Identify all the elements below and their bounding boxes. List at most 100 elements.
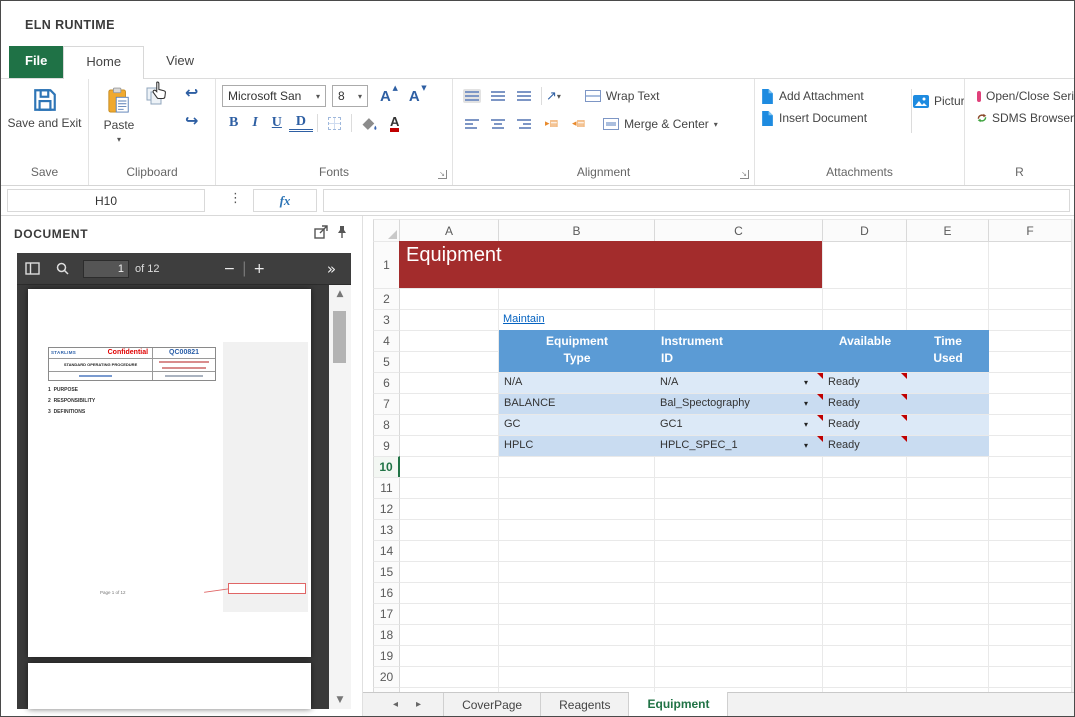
grid-cell[interactable] xyxy=(989,415,1072,436)
row-header-3[interactable]: 3 xyxy=(373,309,400,331)
row-header-13[interactable]: 13 xyxy=(373,519,400,541)
grid-cell[interactable] xyxy=(655,289,823,310)
grow-font-button[interactable]: A▲ xyxy=(380,88,391,105)
align-top-button[interactable] xyxy=(463,89,481,103)
grid-cell[interactable] xyxy=(400,646,499,667)
wrap-text-button[interactable]: Wrap Text xyxy=(585,89,660,103)
grid-cell[interactable] xyxy=(907,520,989,541)
grid-cell[interactable] xyxy=(400,373,499,394)
dropdown-arrow-icon[interactable]: ▾ xyxy=(804,420,808,429)
row-header-10[interactable]: 10 xyxy=(373,456,400,478)
row-header-17[interactable]: 17 xyxy=(373,603,400,625)
grid-cell[interactable] xyxy=(907,242,989,289)
underline-button[interactable]: U xyxy=(265,115,289,131)
row-header-15[interactable]: 15 xyxy=(373,561,400,583)
redo-icon[interactable]: ↪ xyxy=(185,113,198,129)
grid-cell[interactable] xyxy=(989,646,1072,667)
row-header-1[interactable]: 1 xyxy=(373,241,400,289)
grid-cell[interactable] xyxy=(907,457,989,478)
grid-cell[interactable] xyxy=(907,562,989,583)
align-center-button[interactable] xyxy=(489,117,507,131)
grid-cell[interactable] xyxy=(400,436,499,457)
row-header-12[interactable]: 12 xyxy=(373,498,400,520)
open-close-series-button[interactable]: Open/Close Seri xyxy=(965,79,1074,105)
grid-cell[interactable] xyxy=(499,520,655,541)
italic-button[interactable]: I xyxy=(245,115,264,131)
tab-home[interactable]: Home xyxy=(63,46,144,79)
table-data-cell[interactable]: Ready xyxy=(823,373,907,393)
search-icon[interactable] xyxy=(56,262,69,275)
paste-dropdown-icon[interactable]: ▾ xyxy=(117,135,121,144)
grid-cell[interactable] xyxy=(400,478,499,499)
grid-cell[interactable] xyxy=(823,646,907,667)
scroll-down-icon[interactable]: ▼ xyxy=(329,695,351,705)
tab-file[interactable]: File xyxy=(9,46,63,78)
scroll-thumb[interactable] xyxy=(333,311,346,363)
grid-cell[interactable] xyxy=(499,562,655,583)
column-header-D[interactable]: D xyxy=(822,219,907,242)
grid-cell[interactable] xyxy=(655,562,823,583)
row-header-20[interactable]: 20 xyxy=(373,666,400,688)
grid-cell[interactable] xyxy=(655,583,823,604)
column-header-F[interactable]: F xyxy=(988,219,1072,242)
grid-cell[interactable] xyxy=(400,604,499,625)
grid-cell[interactable] xyxy=(655,457,823,478)
grid-cell[interactable] xyxy=(499,604,655,625)
grid-cell[interactable] xyxy=(823,310,907,331)
grid-cell[interactable] xyxy=(989,499,1072,520)
row-header-14[interactable]: 14 xyxy=(373,540,400,562)
grid-cell[interactable] xyxy=(907,478,989,499)
formula-input[interactable] xyxy=(323,189,1070,212)
sheet-nav-right-icon[interactable]: ▸ xyxy=(416,699,421,710)
grid-cell[interactable] xyxy=(907,646,989,667)
grid-cell[interactable] xyxy=(989,478,1072,499)
grid-cell[interactable] xyxy=(499,457,655,478)
save-and-exit-button[interactable]: Save and Exit xyxy=(1,79,88,130)
table-data-cell[interactable]: Ready xyxy=(823,415,907,435)
row-header-2[interactable]: 2 xyxy=(373,288,400,310)
table-data-cell[interactable]: HPLC_SPEC_1▾ xyxy=(655,436,823,456)
grid-cell[interactable] xyxy=(907,583,989,604)
select-all-corner[interactable] xyxy=(373,219,400,242)
grid-cell[interactable] xyxy=(989,242,1072,289)
align-left-button[interactable] xyxy=(463,117,481,131)
grid-cell[interactable] xyxy=(655,520,823,541)
row-header-19[interactable]: 19 xyxy=(373,645,400,667)
grid-cell[interactable] xyxy=(823,541,907,562)
grid-cell[interactable] xyxy=(823,242,907,289)
dropdown-arrow-icon[interactable]: ▾ xyxy=(804,378,808,387)
increase-indent-icon[interactable]: ▸▤ xyxy=(545,119,558,129)
grid-cell[interactable] xyxy=(989,583,1072,604)
row-header-4[interactable]: 4 xyxy=(373,330,400,352)
maintain-link[interactable]: Maintain xyxy=(503,313,545,325)
grid-cell[interactable] xyxy=(989,625,1072,646)
table-data-cell[interactable]: Bal_Spectography▾ xyxy=(655,394,823,414)
grid-cell[interactable] xyxy=(400,394,499,415)
grid-cell[interactable] xyxy=(823,667,907,688)
grid-cell[interactable] xyxy=(400,583,499,604)
grid-cell[interactable] xyxy=(499,625,655,646)
column-header-A[interactable]: A xyxy=(399,219,499,242)
grid-cell[interactable] xyxy=(400,415,499,436)
font-size-select[interactable]: 8▾ xyxy=(332,85,368,107)
grid-cell[interactable] xyxy=(400,352,499,373)
sheet-title-cell[interactable]: Equipment xyxy=(399,241,822,288)
grid-cell[interactable] xyxy=(499,646,655,667)
grid-cell[interactable] xyxy=(989,520,1072,541)
dropdown-arrow-icon[interactable]: ▾ xyxy=(804,399,808,408)
dropdown-arrow-icon[interactable]: ▾ xyxy=(804,441,808,450)
grid-cell[interactable] xyxy=(907,667,989,688)
decrease-indent-icon[interactable]: ◂▤ xyxy=(572,119,585,129)
undo-icon[interactable]: ↩ xyxy=(185,85,198,101)
grid-vertical-scrollbar[interactable] xyxy=(1071,219,1074,692)
row-header-9[interactable]: 9 xyxy=(373,435,400,457)
row-header-8[interactable]: 8 xyxy=(373,414,400,436)
grid-cell[interactable] xyxy=(989,352,1072,373)
grid-cell[interactable] xyxy=(400,625,499,646)
borders-button-icon[interactable] xyxy=(328,117,341,130)
tab-view[interactable]: View xyxy=(144,46,216,78)
table-data-cell[interactable] xyxy=(907,373,989,393)
grid-cell[interactable] xyxy=(400,457,499,478)
table-data-cell[interactable]: Ready xyxy=(823,436,907,456)
toolbar-more-icon[interactable]: » xyxy=(327,260,336,278)
